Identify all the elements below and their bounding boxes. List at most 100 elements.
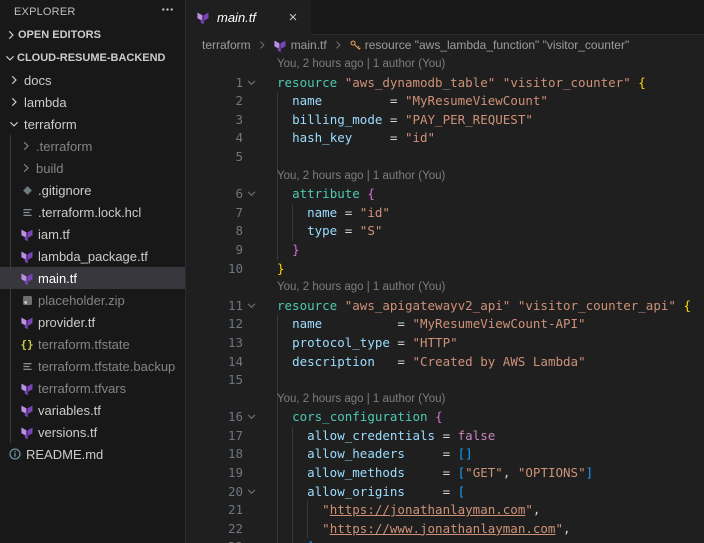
code-line-18[interactable]: 18 allow_headers = [] — [186, 445, 704, 465]
code-link[interactable]: https://www.jonathanlayman.com — [330, 521, 556, 536]
breadcrumb-item-1[interactable]: main.tf — [273, 38, 327, 53]
code-line-21[interactable]: 21 "https://jonathanlayman.com", — [186, 501, 704, 520]
tree-folder-docs[interactable]: docs — [0, 69, 185, 91]
line-number[interactable]: 19 — [186, 464, 243, 483]
line-number[interactable]: 23 — [186, 538, 243, 543]
line-number[interactable]: 18 — [186, 445, 243, 464]
code-line-1[interactable]: 1 resource "aws_dynamodb_table" "visitor_… — [186, 74, 704, 93]
code-line-14[interactable]: 14 description = "Created by AWS Lambda" — [186, 352, 704, 372]
line-number[interactable]: 4 — [186, 129, 243, 148]
line-number[interactable]: 13 — [186, 334, 243, 353]
code-line-22[interactable]: 22 "https://www.jonathanlayman.com", — [186, 519, 704, 539]
code-line-6[interactable]: 6 attribute { — [186, 185, 704, 204]
code-line-10[interactable]: 10} — [186, 260, 704, 279]
code-line-9[interactable]: 9 } — [186, 240, 704, 260]
code-link[interactable]: https://jonathanlayman.com — [330, 502, 526, 517]
breadcrumb-item-label: main.tf — [290, 38, 327, 52]
code-editor[interactable]: You, 2 hours ago | 1 author (You) 1 resour… — [186, 55, 704, 543]
tree-file-iam-tf[interactable]: iam.tf — [0, 223, 185, 245]
tree-file-terraform-tfvars[interactable]: terraform.tfvars — [0, 377, 185, 399]
code-line-7[interactable]: 7 name = "id" — [186, 203, 704, 223]
tree-item-label: variables.tf — [38, 402, 101, 418]
code-text: resource "aws_apigatewayv2_api" "visitor… — [277, 297, 691, 316]
section-open-editors[interactable]: OPEN EDITORS — [0, 24, 185, 46]
tree-file-readme-md[interactable]: README.md — [0, 443, 185, 465]
line-number[interactable]: 1 — [186, 74, 243, 93]
code-token: "HTTP" — [412, 334, 458, 350]
code-token: , — [502, 465, 518, 481]
code-line-19[interactable]: 19 allow_methods = ["GET", "OPTIONS"] — [186, 464, 704, 483]
code-line-17[interactable]: 17 allow_credentials = false — [186, 426, 704, 446]
tree-file-lambda-package-tf[interactable]: lambda_package.tf — [0, 245, 185, 267]
code-text: resource "aws_dynamodb_table" "visitor_c… — [277, 74, 646, 93]
line-number[interactable]: 15 — [186, 371, 243, 390]
tree-item-label: iam.tf — [38, 226, 70, 242]
line-number[interactable]: 22 — [186, 520, 243, 539]
terraform-icon — [18, 315, 36, 330]
tree-file-variables-tf[interactable]: variables.tf — [0, 399, 185, 421]
code-line-3[interactable]: 3 billing_mode = "PAY_PER_REQUEST" — [186, 110, 704, 130]
line-number[interactable]: 7 — [186, 204, 243, 223]
line-number[interactable]: 21 — [186, 501, 243, 520]
tree-folder-lambda[interactable]: lambda — [0, 91, 185, 113]
fold-chevron-down-icon[interactable] — [245, 187, 259, 201]
breadcrumb-item-0[interactable]: terraform — [202, 38, 251, 52]
line-number[interactable]: 8 — [186, 222, 243, 241]
fold-chevron-down-icon[interactable] — [245, 410, 259, 424]
line-number[interactable]: 17 — [186, 427, 243, 446]
code-line-12[interactable]: 12 name = "MyResumeViewCount-API" — [186, 315, 704, 334]
line-number[interactable]: 5 — [186, 148, 243, 167]
tree-folder-build[interactable]: build — [0, 157, 185, 179]
tree-file-terraform-tfstate[interactable]: {} terraform.tfstate — [0, 333, 185, 355]
line-number[interactable]: 2 — [186, 92, 243, 111]
code-line-4[interactable]: 4 hash_key = "id" — [186, 129, 704, 148]
breadcrumb-item-2[interactable]: resource "aws_lambda_function" "visitor_… — [349, 38, 629, 52]
code-line-16[interactable]: 16 cors_configuration { — [186, 408, 704, 427]
blame-annotation[interactable]: You, 2 hours ago | 1 author (You) — [277, 390, 445, 409]
close-icon[interactable]: × — [283, 8, 303, 28]
blame-annotation[interactable]: You, 2 hours ago | 1 author (You) — [277, 55, 445, 74]
tree-file-main-tf[interactable]: main.tf — [0, 267, 185, 289]
code-line-8[interactable]: 8 type = "S" — [186, 222, 704, 241]
code-line-13[interactable]: 13 protocol_type = "HTTP" — [186, 333, 704, 353]
code-line-11[interactable]: 11 resource "aws_apigatewayv2_api" "visit… — [186, 297, 704, 316]
line-number[interactable]: 9 — [186, 241, 243, 260]
line-number[interactable]: 3 — [186, 111, 243, 130]
line-number[interactable]: 6 — [186, 185, 243, 204]
fold-chevron-down-icon[interactable] — [245, 299, 259, 313]
blame-annotation[interactable]: You, 2 hours ago | 1 author (You) — [277, 278, 445, 297]
code-line-20[interactable]: 20 allow_origins = [ — [186, 482, 704, 502]
blame-annotation[interactable]: You, 2 hours ago | 1 author (You) — [277, 167, 445, 186]
tree-file-versions-tf[interactable]: versions.tf — [0, 421, 185, 443]
tree-item-label: terraform.tfvars — [38, 380, 127, 396]
line-number[interactable]: 11 — [186, 297, 243, 316]
tree-file--terraform-lock-hcl[interactable]: .terraform.lock.hcl — [0, 201, 185, 223]
code-line-5[interactable]: 5 — [186, 147, 704, 167]
code-line-15[interactable]: 15 — [186, 371, 704, 390]
line-number[interactable]: 14 — [186, 353, 243, 372]
tree-folder-terraform[interactable]: terraform — [0, 113, 185, 135]
tree-file-terraform-tfstate-backup[interactable]: terraform.tfstate.backup — [0, 355, 185, 377]
code-token: allow_headers — [307, 446, 405, 462]
code-token: " — [525, 502, 533, 518]
tree-folder--terraform[interactable]: .terraform — [0, 135, 185, 157]
more-actions-icon[interactable] — [160, 2, 175, 22]
line-number[interactable]: 12 — [186, 315, 243, 334]
fold-chevron-down-icon[interactable] — [245, 76, 259, 90]
line-number[interactable]: 16 — [186, 408, 243, 427]
section-root-folder[interactable]: CLOUD-RESUME-BACKEND — [0, 47, 185, 69]
tree-file-provider-tf[interactable]: provider.tf — [0, 311, 185, 333]
vscode-window: EXPLORER OPEN EDITORS CLOUD-RESUME-BACKE… — [0, 0, 704, 543]
code-line-23[interactable]: 23 ] — [186, 538, 704, 543]
code-line-2[interactable]: 2 name = "MyResumeViewCount" — [186, 92, 704, 111]
line-number[interactable]: 10 — [186, 260, 243, 279]
tree-file--gitignore[interactable]: .gitignore — [0, 179, 185, 201]
code-token: } — [292, 241, 300, 257]
fold-chevron-down-icon[interactable] — [245, 485, 259, 499]
line-number[interactable]: 20 — [186, 483, 243, 502]
tree-file-placeholder-zip[interactable]: placeholder.zip — [0, 289, 185, 311]
tab-main-tf[interactable]: main.tf × — [186, 0, 311, 35]
